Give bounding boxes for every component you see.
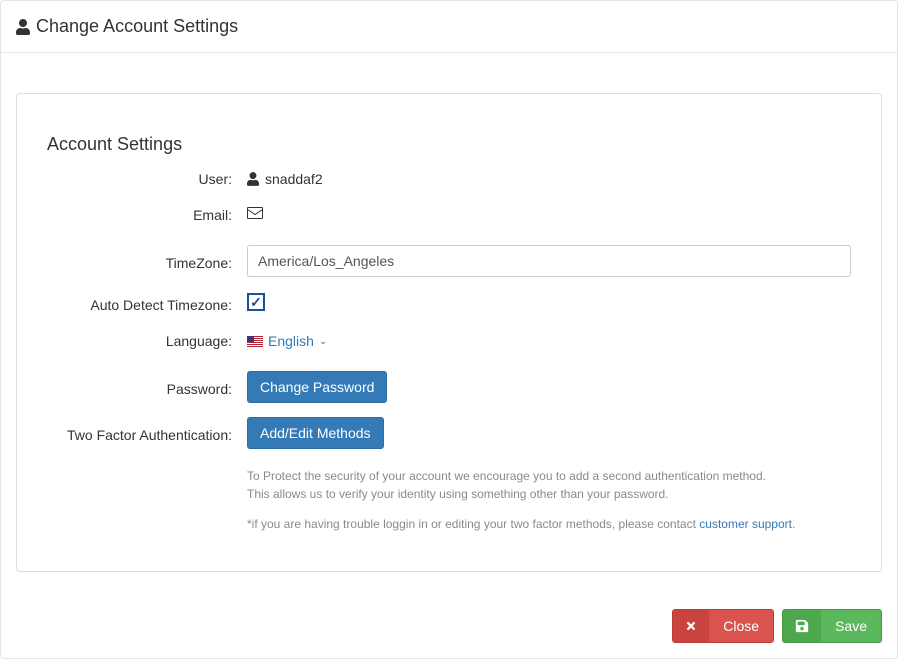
account-settings-modal: Change Account Settings Account Settings… — [0, 0, 898, 659]
email-label: Email: — [47, 203, 247, 223]
auto-detect-value: ✓ — [247, 293, 851, 311]
password-row: Password: Change Password — [47, 371, 851, 403]
password-value: Change Password — [247, 371, 851, 403]
modal-footer: Close Save — [1, 594, 897, 658]
change-password-button[interactable]: Change Password — [247, 371, 387, 403]
timezone-input-wrap — [247, 245, 851, 277]
two-factor-value: Add/Edit Methods — [247, 417, 851, 449]
modal-body: Account Settings User: snaddaf2 Email: — [1, 53, 897, 594]
user-icon — [16, 19, 30, 35]
help-line3-suffix: . — [792, 517, 795, 531]
save-button[interactable]: Save — [782, 609, 882, 643]
modal-title-text: Change Account Settings — [36, 16, 238, 37]
save-button-label: Save — [821, 610, 881, 642]
username-text: snaddaf2 — [265, 171, 323, 187]
language-text: English — [268, 333, 314, 349]
timezone-row: TimeZone: — [47, 245, 851, 277]
close-icon — [673, 610, 709, 642]
help-line3-prefix: *if you are having trouble loggin in or … — [247, 517, 699, 531]
help-text-block: To Protect the security of your account … — [247, 467, 851, 533]
modal-header: Change Account Settings — [1, 1, 897, 53]
language-value: English ⌄ — [247, 329, 851, 349]
auto-detect-row: Auto Detect Timezone: ✓ — [47, 293, 851, 321]
user-icon — [247, 172, 259, 186]
close-button-label: Close — [709, 610, 773, 642]
timezone-label: TimeZone: — [47, 251, 247, 271]
language-label: Language: — [47, 329, 247, 349]
chevron-down-icon: ⌄ — [319, 336, 327, 347]
user-value: snaddaf2 — [247, 167, 851, 187]
settings-panel: Account Settings User: snaddaf2 Email: — [16, 93, 882, 572]
customer-support-link[interactable]: customer support — [699, 517, 792, 531]
check-icon: ✓ — [250, 295, 262, 309]
panel-heading: Account Settings — [47, 134, 851, 155]
two-factor-label: Two Factor Authentication: — [47, 423, 247, 443]
envelope-icon — [247, 207, 263, 219]
user-row: User: snaddaf2 — [47, 167, 851, 195]
language-row: Language: — [47, 329, 851, 357]
email-row: Email: — [47, 203, 851, 231]
add-edit-methods-button[interactable]: Add/Edit Methods — [247, 417, 384, 449]
close-button[interactable]: Close — [672, 609, 774, 643]
auto-detect-label: Auto Detect Timezone: — [47, 293, 247, 313]
us-flag-icon — [247, 336, 263, 347]
two-factor-row: Two Factor Authentication: Add/Edit Meth… — [47, 417, 851, 449]
language-selector[interactable]: English ⌄ — [247, 333, 327, 349]
email-value — [247, 203, 851, 219]
help-line1: To Protect the security of your account … — [247, 467, 851, 485]
help-line2: This allows us to verify your identity u… — [247, 485, 851, 503]
modal-title: Change Account Settings — [16, 16, 882, 37]
save-icon — [783, 610, 821, 642]
timezone-input[interactable] — [247, 245, 851, 277]
user-label: User: — [47, 167, 247, 187]
auto-detect-checkbox[interactable]: ✓ — [247, 293, 265, 311]
password-label: Password: — [47, 377, 247, 397]
help-row: To Protect the security of your account … — [47, 457, 851, 533]
